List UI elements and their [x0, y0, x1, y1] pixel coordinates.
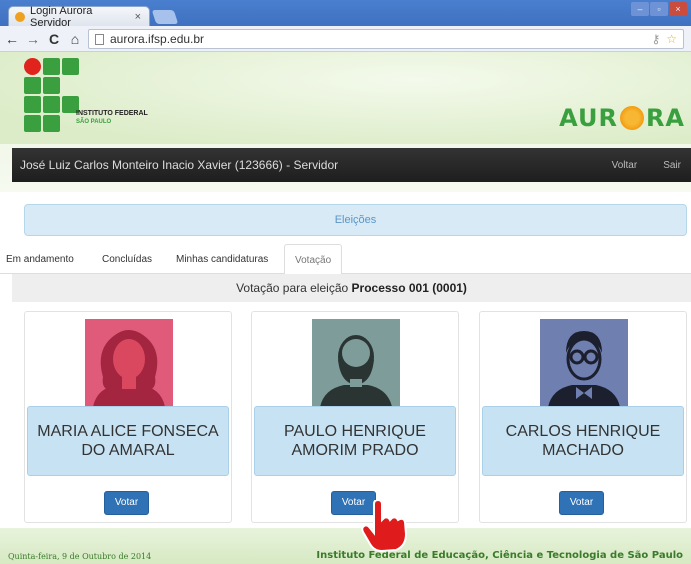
site-footer: Quinta-feira, 9 de Outubro de 2014 Insti… — [0, 528, 691, 564]
page: INSTITUTO FEDERAL SÃO PAULO AUR RA José L… — [0, 52, 691, 564]
hand-cursor-icon — [361, 500, 408, 552]
maximize-button[interactable]: ▫ — [650, 2, 668, 16]
back-icon[interactable]: ← — [3, 31, 21, 47]
reload-icon[interactable]: C — [45, 31, 63, 47]
aurora-logo: AUR RA — [559, 104, 685, 132]
vote-button[interactable]: Votar — [559, 491, 604, 515]
home-icon[interactable]: ⌂ — [66, 31, 84, 47]
browser-tab[interactable]: Login Aurora Servidor × — [8, 4, 150, 29]
url-text: aurora.ifsp.edu.br — [110, 32, 205, 46]
browser-toolbar: ← → C ⌂ aurora.ifsp.edu.br ⚷ ☆ — [0, 26, 691, 52]
male-beard-avatar-icon — [312, 319, 400, 407]
back-link[interactable]: Voltar — [612, 160, 638, 171]
browser-titlebar: Login Aurora Servidor × – ▫ × — [0, 0, 691, 29]
vote-process: Processo 001 (0001) — [351, 281, 467, 295]
tab-close-icon[interactable]: × — [135, 11, 141, 23]
section-title: Eleições — [24, 204, 687, 236]
user-name: José Luiz Carlos Monteiro Inacio Xavier … — [20, 158, 339, 172]
sun-icon — [619, 106, 644, 130]
institution-title: INSTITUTO FEDERAL — [76, 110, 148, 117]
address-bar[interactable]: aurora.ifsp.edu.br ⚷ ☆ — [88, 29, 684, 49]
female-avatar-icon — [85, 319, 173, 407]
candidate-name: PAULO HENRIQUE AMORIM PRADO — [254, 406, 456, 476]
page-icon — [95, 33, 104, 45]
vote-header: Votação para eleição Processo 001 (0001) — [12, 274, 691, 302]
tab-em-andamento[interactable]: Em andamento — [6, 254, 74, 265]
candidate-card: PAULO HENRIQUE AMORIM PRADO Votar — [251, 311, 459, 523]
favicon-icon — [15, 11, 25, 22]
institution-subtitle: SÃO PAULO — [76, 119, 112, 125]
tab-votacao[interactable]: Votação — [284, 244, 343, 275]
user-bar: José Luiz Carlos Monteiro Inacio Xavier … — [12, 148, 691, 182]
site-header: INSTITUTO FEDERAL SÃO PAULO AUR RA — [0, 52, 691, 144]
new-tab-button[interactable] — [151, 10, 179, 24]
male-glasses-avatar-icon — [540, 319, 628, 407]
tab-concluidas[interactable]: Concluídas — [102, 254, 152, 265]
candidate-card: MARIA ALICE FONSECA DO AMARAL Votar — [24, 311, 232, 523]
minimize-button[interactable]: – — [631, 2, 649, 16]
logout-link[interactable]: Sair — [663, 160, 681, 171]
footer-date: Quinta-feira, 9 de Outubro de 2014 — [8, 552, 152, 561]
bookmark-star-icon[interactable]: ☆ — [666, 32, 677, 46]
candidate-name: CARLOS HENRIQUE MACHADO — [482, 406, 684, 476]
institution-name: INSTITUTO FEDERAL SÃO PAULO — [76, 110, 148, 126]
tab-title: Login Aurora Servidor — [30, 4, 93, 29]
candidate-name: MARIA ALICE FONSECA DO AMARAL — [27, 406, 229, 476]
vote-header-prefix: Votação para eleição — [236, 281, 349, 295]
tab-minhas-candidaturas[interactable]: Minhas candidaturas — [176, 254, 268, 265]
forward-icon[interactable]: → — [24, 31, 42, 47]
candidate-card: CARLOS HENRIQUE MACHADO Votar — [479, 311, 687, 523]
close-window-button[interactable]: × — [669, 2, 687, 16]
tab-bar: Em andamento Concluídas Minhas candidatu… — [0, 244, 691, 275]
vote-button[interactable]: Votar — [104, 491, 149, 515]
key-icon[interactable]: ⚷ — [651, 32, 660, 46]
